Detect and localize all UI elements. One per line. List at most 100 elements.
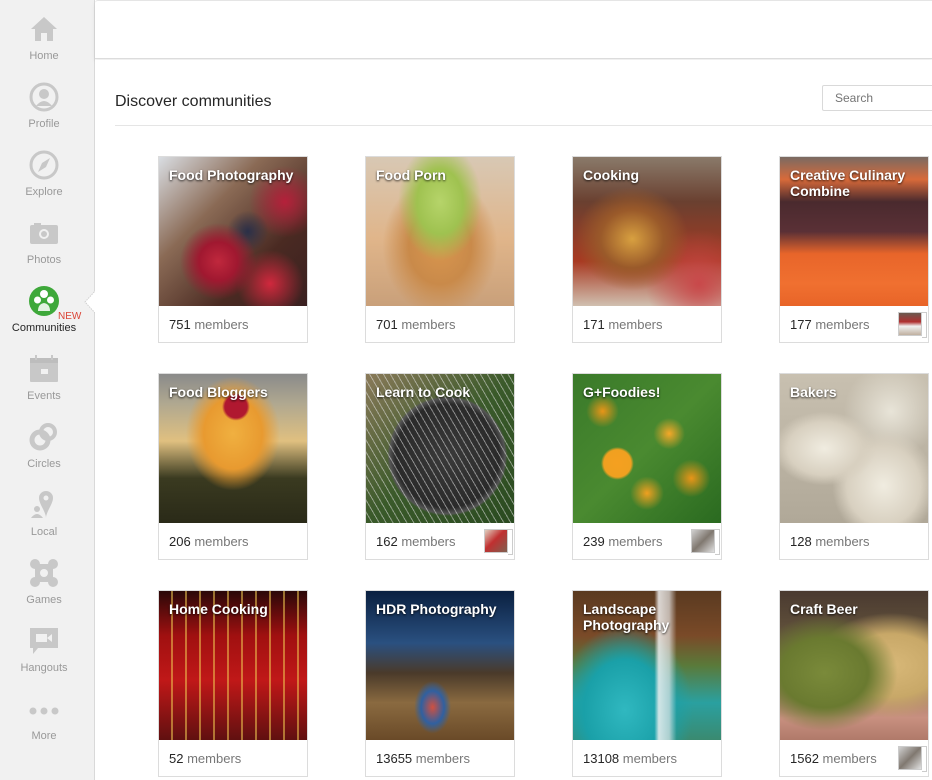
- card-footer: 751 members: [159, 306, 307, 342]
- owner-avatar[interactable]: [691, 529, 720, 555]
- community-name: Food Porn: [376, 167, 446, 183]
- member-count-value: 13108: [583, 751, 620, 766]
- community-name: Home Cooking: [169, 601, 268, 617]
- sidebar-item-hangouts[interactable]: Hangouts: [0, 612, 88, 680]
- community-name: Craft Beer: [790, 601, 858, 617]
- sidebar-item-profile[interactable]: Profile: [0, 68, 88, 136]
- community-card[interactable]: Home Cooking 52 members: [158, 590, 308, 777]
- sidebar-label: Local: [30, 526, 58, 538]
- community-card[interactable]: HDR Photography 13655 members: [365, 590, 515, 777]
- member-count: 128 members: [790, 534, 870, 549]
- sidebar-label: Hangouts: [20, 662, 68, 674]
- community-card[interactable]: Craft Beer 1562 members: [779, 590, 929, 777]
- sidebar-label: Home: [29, 50, 59, 62]
- community-name: Food Photography: [169, 167, 294, 183]
- card-footer: 701 members: [366, 306, 514, 342]
- members-label: members: [194, 534, 249, 549]
- community-card[interactable]: Food Bloggers 206 members: [158, 373, 308, 560]
- sidebar-item-more[interactable]: More: [0, 680, 88, 748]
- sidebar-label: Explore: [25, 186, 63, 198]
- members-label: members: [622, 751, 677, 766]
- circles-icon: [29, 423, 57, 451]
- member-count: 701 members: [376, 317, 456, 332]
- member-count: 1562 members: [790, 751, 877, 766]
- search-box[interactable]: [822, 85, 932, 111]
- community-name: Cooking: [583, 167, 639, 183]
- member-count-value: 128: [790, 534, 812, 549]
- community-name: G+Foodies!: [583, 384, 661, 400]
- sidebar-item-explore[interactable]: Explore: [0, 136, 88, 204]
- members-label: members: [608, 317, 663, 332]
- map-pin-icon: [31, 491, 53, 518]
- sidebar-item-circles[interactable]: Circles: [0, 408, 88, 476]
- community-name: Learn to Cook: [376, 384, 471, 400]
- compass-icon: [29, 150, 59, 180]
- community-card[interactable]: Bakers 128 members: [779, 373, 929, 560]
- member-count: 13108 members: [583, 751, 677, 766]
- member-count-value: 751: [169, 317, 191, 332]
- member-count: 239 members: [583, 534, 663, 549]
- home-icon: [31, 17, 57, 41]
- owner-avatar[interactable]: [484, 529, 513, 555]
- active-nav-pointer: [84, 290, 96, 314]
- sidebar-nav: Home Profile Explore Photos Communities …: [0, 0, 88, 780]
- community-card[interactable]: Learn to Cook 162 members: [365, 373, 515, 560]
- members-label: members: [187, 751, 242, 766]
- community-card[interactable]: Food Porn 701 members: [365, 156, 515, 343]
- card-footer: 128 members: [780, 523, 928, 559]
- member-count: 171 members: [583, 317, 663, 332]
- sidebar-item-home[interactable]: Home: [0, 0, 88, 68]
- community-name: Bakers: [790, 384, 837, 400]
- member-count: 162 members: [376, 534, 456, 549]
- games-icon: [30, 559, 58, 587]
- sidebar-label: Profile: [28, 118, 60, 130]
- owner-avatar[interactable]: [898, 312, 927, 338]
- members-label: members: [194, 317, 249, 332]
- sidebar-item-events[interactable]: Events: [0, 340, 88, 408]
- main-panel: Discover communities Food Photography 75…: [94, 0, 932, 780]
- divider: [115, 125, 932, 126]
- member-count-value: 1562: [790, 751, 819, 766]
- members-label: members: [815, 317, 870, 332]
- community-card[interactable]: Cooking 171 members: [572, 156, 722, 343]
- member-count-value: 52: [169, 751, 184, 766]
- sidebar-label: More: [31, 730, 57, 742]
- card-footer: 239 members: [573, 523, 721, 559]
- app: Home Profile Explore Photos Communities …: [0, 0, 932, 780]
- members-label: members: [401, 317, 456, 332]
- communities-icon: [29, 286, 59, 316]
- owner-avatar[interactable]: [898, 746, 927, 772]
- member-count: 177 members: [790, 317, 870, 332]
- members-label: members: [608, 534, 663, 549]
- profile-icon: [29, 82, 59, 112]
- sidebar-label: Communities: [11, 322, 77, 334]
- sidebar-item-communities[interactable]: Communities: [0, 272, 88, 340]
- more-dots-icon: [29, 707, 59, 715]
- card-footer: 162 members: [366, 523, 514, 559]
- members-label: members: [815, 534, 870, 549]
- member-count-value: 206: [169, 534, 191, 549]
- community-name: HDR Photography: [376, 601, 497, 617]
- sidebar-label: Games: [26, 594, 62, 606]
- community-card[interactable]: Food Photography 751 members: [158, 156, 308, 343]
- community-card[interactable]: Creative Culinary Combine 177 members: [779, 156, 929, 343]
- card-footer: 171 members: [573, 306, 721, 342]
- community-card[interactable]: G+Foodies! 239 members: [572, 373, 722, 560]
- page-title: Discover communities: [115, 93, 272, 110]
- search-input[interactable]: [835, 86, 932, 110]
- card-footer: 52 members: [159, 740, 307, 776]
- members-label: members: [822, 751, 877, 766]
- sidebar-item-games[interactable]: Games: [0, 544, 88, 612]
- sidebar-item-photos[interactable]: Photos: [0, 204, 88, 272]
- member-count-value: 13655: [376, 751, 413, 766]
- card-footer: 206 members: [159, 523, 307, 559]
- sidebar-item-local[interactable]: Local: [0, 476, 88, 544]
- new-badge: NEW: [58, 311, 82, 322]
- top-bar: [95, 0, 932, 59]
- video-chat-icon: [30, 628, 58, 654]
- member-count-value: 171: [583, 317, 605, 332]
- community-card[interactable]: Landscape Photography 13108 members: [572, 590, 722, 777]
- member-count: 13655 members: [376, 751, 470, 766]
- card-footer: 13108 members: [573, 740, 721, 776]
- member-count: 52 members: [169, 751, 241, 766]
